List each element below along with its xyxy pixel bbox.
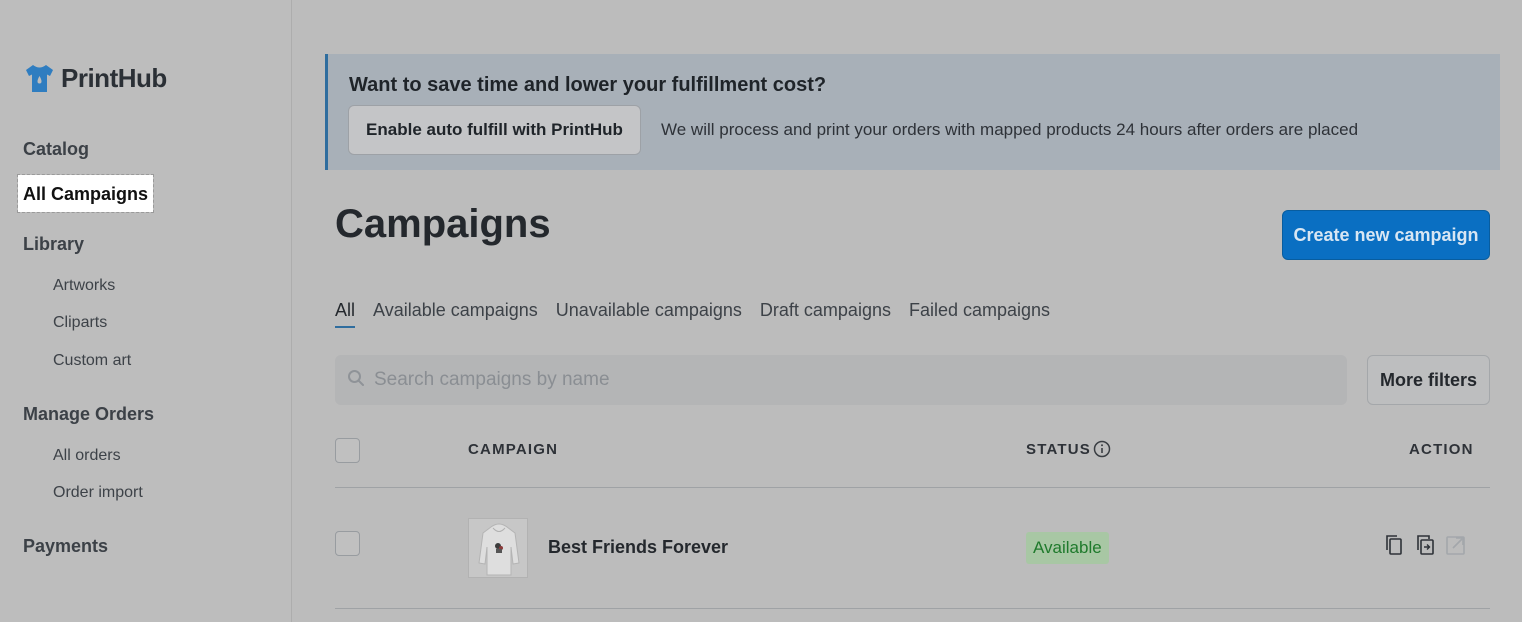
fulfillment-banner: Want to save time and lower your fulfill… xyxy=(325,54,1500,170)
campaign-thumbnail[interactable] xyxy=(468,518,528,578)
banner-description: We will process and print your orders wi… xyxy=(661,120,1359,139)
more-filters-button[interactable]: More filters xyxy=(1367,355,1490,405)
status-badge: Available xyxy=(1026,532,1109,564)
sidebar-item-catalog[interactable]: Catalog xyxy=(23,139,89,160)
copy-icon[interactable] xyxy=(1413,533,1437,557)
sidebar-item-artworks[interactable]: Artworks xyxy=(53,277,115,295)
search-input[interactable]: Search campaigns by name xyxy=(335,355,1347,405)
select-all-checkbox[interactable] xyxy=(335,438,360,463)
brand-name: PrintHub xyxy=(61,63,167,93)
create-campaign-button[interactable]: Create new campaign xyxy=(1282,210,1490,260)
tshirt-logo-icon xyxy=(26,65,53,92)
hoodie-image xyxy=(469,519,527,577)
duplicate-icon[interactable] xyxy=(1383,533,1407,557)
column-header-action: ACTION xyxy=(1409,441,1474,458)
external-link-icon[interactable] xyxy=(1444,533,1468,557)
sidebar: PrintHub Catalog All Campaigns Library A… xyxy=(0,0,292,622)
sidebar-item-library[interactable]: Library xyxy=(23,234,84,255)
row-checkbox[interactable] xyxy=(335,531,360,556)
logo[interactable]: PrintHub xyxy=(23,62,167,95)
campaign-name[interactable]: Best Friends Forever xyxy=(548,537,728,558)
sidebar-item-order-import[interactable]: Order import xyxy=(53,484,143,502)
sidebar-item-payments[interactable]: Payments xyxy=(23,536,108,557)
banner-title: Want to save time and lower your fulfill… xyxy=(349,74,827,96)
sidebar-item-all-orders[interactable]: All orders xyxy=(53,447,121,465)
page-title: Campaigns xyxy=(335,202,551,246)
table-header-divider xyxy=(335,487,1490,488)
search-icon xyxy=(348,370,364,386)
column-header-campaign: CAMPAIGN xyxy=(468,441,559,458)
table-row-divider xyxy=(335,608,1490,609)
tab-failed[interactable]: Failed campaigns xyxy=(909,300,1050,328)
sidebar-item-all-campaigns[interactable]: All Campaigns xyxy=(16,174,155,213)
column-header-status: STATUS xyxy=(1026,441,1091,458)
campaign-tabs: All Available campaigns Unavailable camp… xyxy=(335,300,1068,328)
sidebar-item-custom-art[interactable]: Custom art xyxy=(53,352,131,370)
tab-draft[interactable]: Draft campaigns xyxy=(760,300,891,328)
tab-all[interactable]: All xyxy=(335,300,356,328)
sidebar-item-manage-orders[interactable]: Manage Orders xyxy=(23,404,154,425)
tab-unavailable[interactable]: Unavailable campaigns xyxy=(556,300,742,328)
tab-available[interactable]: Available campaigns xyxy=(373,300,538,328)
sidebar-item-cliparts[interactable]: Cliparts xyxy=(53,314,107,332)
search-placeholder: Search campaigns by name xyxy=(374,369,610,390)
enable-auto-fulfill-button[interactable]: Enable auto fulfill with PrintHub xyxy=(348,105,641,155)
info-icon[interactable] xyxy=(1093,440,1111,458)
